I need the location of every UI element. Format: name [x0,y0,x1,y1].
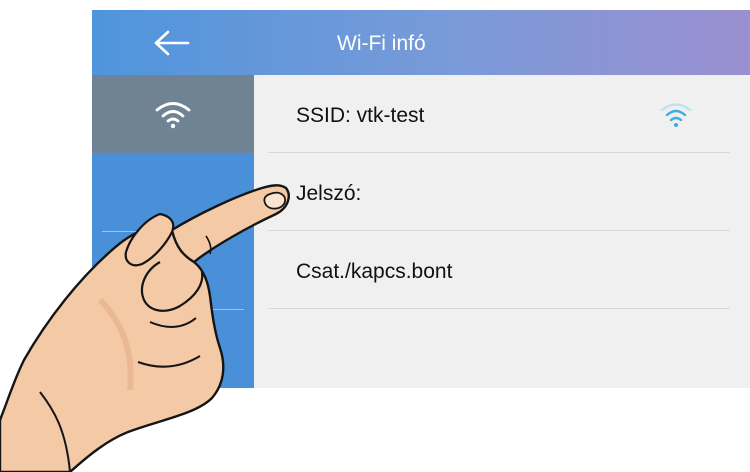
wifi-signal-icon [660,103,692,127]
list-item-password[interactable]: Jelszó: [254,153,724,231]
sidebar-divider [102,231,244,232]
password-label: Jelszó: [296,182,362,205]
sidebar-divider [102,309,244,310]
list-item-connect-disconnect[interactable]: Csat./kapcs.bont [254,231,724,309]
sidebar [92,75,254,388]
ssid-label: SSID: vtk-test [296,104,425,127]
page-title: Wi-Fi infó [337,32,426,55]
wifi-icon [155,102,191,129]
list-item-ssid[interactable]: SSID: vtk-test [254,75,724,153]
wifi-info-list: SSID: vtk-test Jelszó: Csat./kapcs.bont [254,75,750,388]
stage: Wi-Fi infó SSID: vtk-test Jelszó: Csat./… [0,0,750,472]
arrow-left-icon [154,30,190,55]
back-button[interactable] [92,10,252,75]
title-bar: Wi-Fi infó [92,10,750,75]
sidebar-item-wifi[interactable] [92,75,254,153]
connect-disconnect-label: Csat./kapcs.bont [296,260,453,283]
row-divider [268,308,730,309]
device-screen: Wi-Fi infó SSID: vtk-test Jelszó: Csat./… [92,10,750,388]
